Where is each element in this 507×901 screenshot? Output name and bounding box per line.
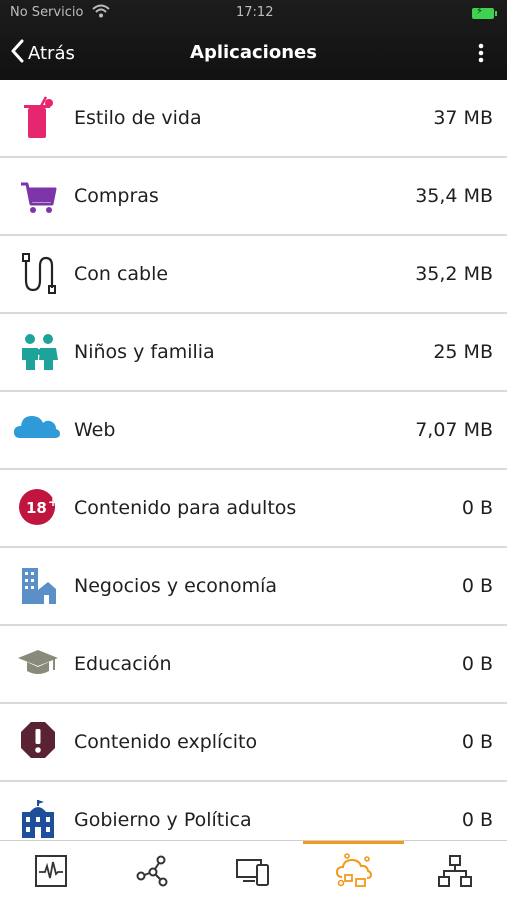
tab-applications[interactable]: [303, 841, 404, 901]
category-label: Niños y familia: [74, 341, 215, 363]
page-title: Aplicaciones: [190, 42, 317, 63]
tab-network[interactable]: [101, 841, 202, 901]
chevron-left-icon: [10, 39, 24, 68]
tab-topology[interactable]: [404, 841, 505, 901]
status-bar: No Servicio 17:12 ⚡: [0, 0, 507, 26]
list-item[interactable]: 18 + Contenido para adultos 0 B: [0, 470, 507, 548]
topology-icon: [437, 855, 472, 887]
more-options-button[interactable]: [468, 38, 494, 68]
category-label: Educación: [74, 653, 172, 675]
list-item[interactable]: Compras 35,4 MB: [0, 158, 507, 236]
adult-18-icon: 18 +: [18, 484, 60, 530]
battery-icon: ⚡: [472, 6, 497, 19]
category-size: 0 B: [461, 497, 493, 519]
category-size: 7,07 MB: [415, 419, 493, 441]
cocktail-icon: [18, 94, 60, 140]
top-bar: No Servicio 17:12 ⚡ Atrás Aplicaciones: [0, 0, 507, 80]
network-nodes-icon: [136, 855, 167, 887]
category-size: 0 B: [461, 731, 493, 753]
graduation-cap-icon: [18, 640, 60, 686]
wifi-icon: [92, 4, 110, 22]
list-item[interactable]: Educación 0 B: [0, 626, 507, 704]
category-size: 37 MB: [433, 107, 493, 129]
cable-icon: [18, 250, 60, 296]
back-button[interactable]: Atrás: [10, 38, 75, 68]
category-label: Contenido para adultos: [74, 497, 297, 519]
category-size: 35,4 MB: [415, 185, 493, 207]
category-list: Estilo de vida 37 MB Compras 35,4 MB Con…: [0, 80, 507, 860]
status-time: 17:12: [236, 5, 274, 20]
back-label: Atrás: [28, 42, 75, 64]
category-size: 35,2 MB: [415, 263, 493, 285]
bottom-tab-bar: [0, 840, 507, 901]
category-label: Estilo de vida: [74, 107, 202, 129]
tab-devices[interactable]: [202, 841, 303, 901]
category-size: 0 B: [461, 809, 493, 831]
devices-icon: [235, 859, 269, 886]
category-label: Web: [74, 419, 116, 441]
shopping-cart-icon: [18, 172, 60, 218]
svg-text:+: +: [48, 495, 58, 509]
list-item[interactable]: Contenido explícito 0 B: [0, 704, 507, 782]
list-item[interactable]: Estilo de vida 37 MB: [0, 80, 507, 158]
list-item[interactable]: Negocios y economía 0 B: [0, 548, 507, 626]
family-icon: [18, 328, 60, 374]
warning-octagon-icon: [18, 718, 60, 764]
category-label: Negocios y economía: [74, 575, 278, 597]
category-label: Compras: [74, 185, 159, 207]
tab-activity[interactable]: [0, 841, 101, 901]
battery-charging-indicator: ⚡: [476, 6, 484, 17]
svg-text:18: 18: [26, 499, 47, 517]
list-item[interactable]: Niños y familia 25 MB: [0, 314, 507, 392]
category-size: 25 MB: [433, 341, 493, 363]
activity-monitor-icon: [34, 855, 67, 887]
category-label: Con cable: [74, 263, 169, 285]
buildings-icon: [18, 562, 60, 608]
carrier-label: No Servicio: [10, 5, 84, 20]
category-label: Gobierno y Política: [74, 809, 252, 831]
cloud-icon: [14, 406, 60, 452]
category-label: Contenido explícito: [74, 731, 258, 753]
cloud-apps-icon: [335, 853, 372, 887]
more-vertical-icon: [478, 43, 484, 63]
list-item[interactable]: Con cable 35,2 MB: [0, 236, 507, 314]
government-building-icon: [18, 796, 60, 842]
category-size: 0 B: [461, 653, 493, 675]
category-size: 0 B: [461, 575, 493, 597]
list-item[interactable]: Web 7,07 MB: [0, 392, 507, 470]
